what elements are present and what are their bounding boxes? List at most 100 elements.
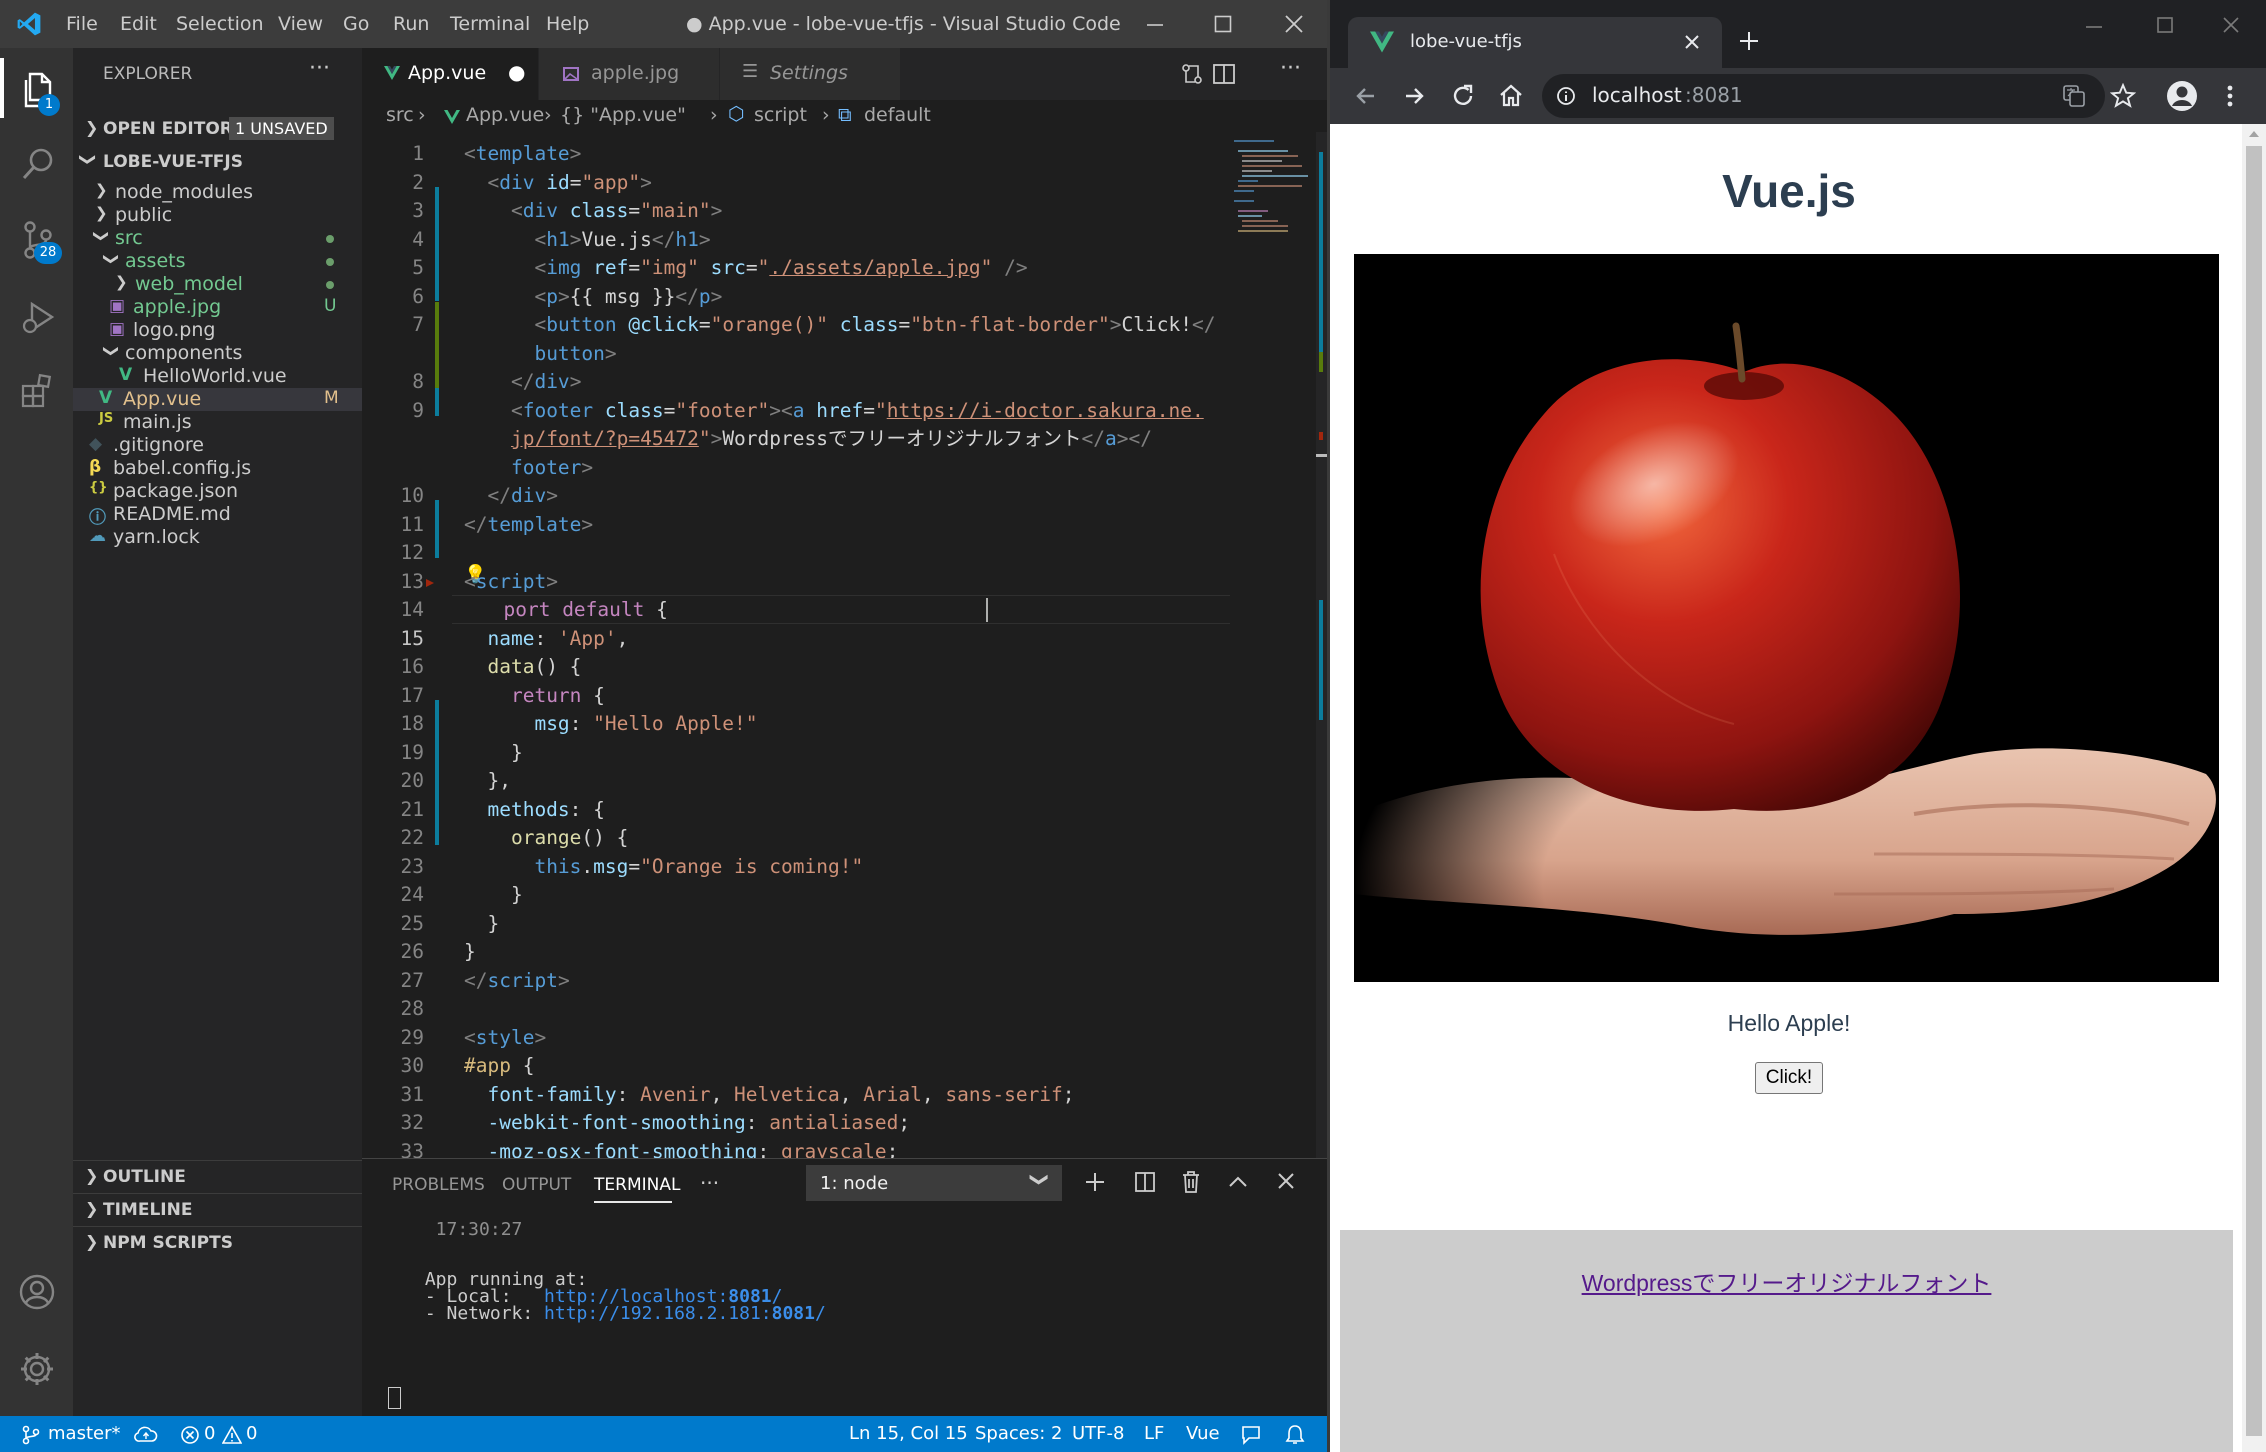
- close-window-icon[interactable]: [1284, 14, 1304, 34]
- tree-item[interactable]: ☁ yarn.lock: [73, 526, 362, 549]
- url-port[interactable]: :8081: [1685, 83, 1743, 107]
- tree-item[interactable]: ❯ node_modules: [73, 181, 362, 204]
- forward-arrow-icon[interactable]: [1402, 84, 1426, 108]
- breadcrumb-default[interactable]: default: [864, 104, 931, 126]
- menu-edit[interactable]: Edit: [120, 13, 157, 35]
- encoding[interactable]: UTF-8: [1072, 1423, 1124, 1444]
- tree-item[interactable]: β babel.config.js: [73, 457, 362, 480]
- panel-more-icon[interactable]: ···: [700, 1171, 719, 1195]
- back-arrow-icon[interactable]: [1354, 84, 1378, 108]
- url-host[interactable]: localhost: [1592, 83, 1682, 107]
- tree-item[interactable]: ❯ assets: [73, 250, 362, 273]
- tree-item[interactable]: ❯ public: [73, 204, 362, 227]
- bookmark-star-icon[interactable]: [2110, 83, 2136, 109]
- warning-icon[interactable]: [222, 1425, 242, 1445]
- tab-apple-jpg[interactable]: apple.jpg: [539, 48, 719, 100]
- home-icon[interactable]: [1498, 83, 1524, 109]
- breadcrumb-script[interactable]: script: [754, 104, 807, 126]
- footer-font-link[interactable]: Wordpressでフリーオリジナルフォント: [1340, 1264, 2233, 1298]
- maximize-panel-icon[interactable]: [1228, 1173, 1248, 1189]
- maximize-icon[interactable]: [2157, 17, 2173, 33]
- breadcrumb-module[interactable]: {} "App.vue": [560, 104, 686, 126]
- close-window-icon[interactable]: [2222, 16, 2240, 34]
- branch-name[interactable]: master*: [48, 1423, 120, 1444]
- terminal-link[interactable]: http://192.168.2.181:: [544, 1303, 772, 1324]
- timeline-section[interactable]: ❯ TIMELINE: [73, 1194, 362, 1226]
- tree-item[interactable]: ❯ src: [73, 227, 362, 250]
- extensions-icon[interactable]: [20, 373, 56, 409]
- end-of-line[interactable]: LF: [1144, 1423, 1164, 1444]
- tree-item[interactable]: ❯ web_model: [73, 273, 362, 296]
- open-editors-section[interactable]: ❯ OPEN EDITORS 1 UNSAVED: [73, 114, 362, 146]
- more-actions-icon[interactable]: ···: [1280, 56, 1301, 81]
- chrome-menu-icon[interactable]: [2226, 84, 2234, 108]
- notifications-bell-icon[interactable]: [1285, 1424, 1305, 1446]
- minimize-icon[interactable]: [2086, 25, 2102, 29]
- scrollbar-thumb[interactable]: [2246, 146, 2262, 1436]
- click-button[interactable]: Click!: [1754, 1062, 1824, 1094]
- minimize-icon[interactable]: [1146, 16, 1164, 34]
- unsaved-dot-icon[interactable]: ●: [508, 60, 525, 84]
- page-scrollbar[interactable]: [2242, 124, 2266, 1452]
- feedback-icon[interactable]: [1240, 1425, 1262, 1445]
- project-section[interactable]: ❯ LOBE-VUE-TFJS: [73, 147, 362, 179]
- settings-gear-icon[interactable]: [18, 1350, 56, 1388]
- npm-scripts-section[interactable]: ❯ NPM SCRIPTS: [73, 1227, 362, 1259]
- tab-settings[interactable]: ☰ Settings: [720, 48, 900, 100]
- tree-item[interactable]: V App.vue M: [73, 388, 362, 411]
- tab-output[interactable]: OUTPUT: [502, 1175, 571, 1195]
- terminal-select[interactable]: 1: node ❯: [806, 1165, 1062, 1201]
- menu-selection[interactable]: Selection: [176, 13, 264, 35]
- breadcrumb-app-vue[interactable]: App.vue: [466, 104, 544, 126]
- split-terminal-icon[interactable]: [1134, 1171, 1156, 1193]
- tree-item[interactable]: V HelloWorld.vue: [73, 365, 362, 388]
- error-icon[interactable]: [180, 1425, 200, 1445]
- scroll-up-icon[interactable]: [2249, 130, 2259, 138]
- close-panel-icon[interactable]: [1276, 1171, 1296, 1191]
- menu-run[interactable]: Run: [393, 13, 429, 35]
- tree-item[interactable]: {} package.json: [73, 480, 362, 503]
- language-mode[interactable]: Vue: [1186, 1423, 1220, 1444]
- tab-terminal[interactable]: TERMINAL: [594, 1175, 680, 1195]
- new-tab-icon[interactable]: [1738, 30, 1760, 52]
- tree-item[interactable]: ❯ components: [73, 342, 362, 365]
- trash-icon[interactable]: [1180, 1170, 1202, 1194]
- tree-item[interactable]: ⓘ README.md: [73, 503, 362, 528]
- tab-app-vue[interactable]: App.vue ●: [362, 48, 538, 100]
- menu-view[interactable]: View: [278, 13, 323, 35]
- profile-avatar-icon[interactable]: [2166, 80, 2198, 112]
- info-icon[interactable]: [1556, 86, 1576, 106]
- chevron-right-icon: ❯: [85, 1166, 99, 1185]
- search-icon[interactable]: [20, 146, 56, 182]
- menu-file[interactable]: File: [66, 13, 98, 35]
- overview-ruler[interactable]: [1316, 132, 1327, 1158]
- account-icon[interactable]: [18, 1273, 56, 1311]
- reload-icon[interactable]: [1450, 83, 1476, 109]
- tree-item[interactable]: ▣ logo.png: [73, 319, 362, 342]
- breadcrumb-src[interactable]: src: [386, 104, 414, 126]
- tree-item[interactable]: ◆ .gitignore: [73, 434, 362, 457]
- translate-icon[interactable]: [2062, 84, 2086, 108]
- error-count[interactable]: 0: [204, 1423, 215, 1444]
- indentation[interactable]: Spaces: 2: [975, 1423, 1062, 1444]
- explorer-more-icon[interactable]: ···: [309, 56, 330, 81]
- cursor-position[interactable]: Ln 15, Col 15: [849, 1423, 968, 1444]
- run-debug-icon[interactable]: [20, 298, 56, 336]
- close-tab-icon[interactable]: [1684, 34, 1700, 50]
- outline-section[interactable]: ❯ OUTLINE: [73, 1161, 362, 1193]
- new-terminal-icon[interactable]: [1084, 1171, 1106, 1193]
- menu-terminal[interactable]: Terminal: [450, 13, 530, 35]
- tree-item[interactable]: JS main.js: [73, 411, 362, 434]
- open-changes-icon[interactable]: [1180, 62, 1204, 86]
- maximize-icon[interactable]: [1214, 15, 1232, 33]
- split-editor-icon[interactable]: [1212, 62, 1236, 86]
- browser-tab[interactable]: lobe-vue-tfjs: [1348, 17, 1722, 68]
- menu-go[interactable]: Go: [343, 13, 369, 35]
- code-editor[interactable]: 💡 1 <template> 2 <div id="app"> 3 <div c…: [362, 132, 1327, 1158]
- menu-help[interactable]: Help: [546, 13, 589, 35]
- tab-problems[interactable]: PROBLEMS: [392, 1175, 485, 1195]
- minimap[interactable]: [1230, 132, 1310, 272]
- tree-item[interactable]: ▣ apple.jpg U: [73, 296, 362, 319]
- warning-count[interactable]: 0: [246, 1423, 257, 1444]
- sync-cloud-icon[interactable]: [134, 1425, 158, 1445]
